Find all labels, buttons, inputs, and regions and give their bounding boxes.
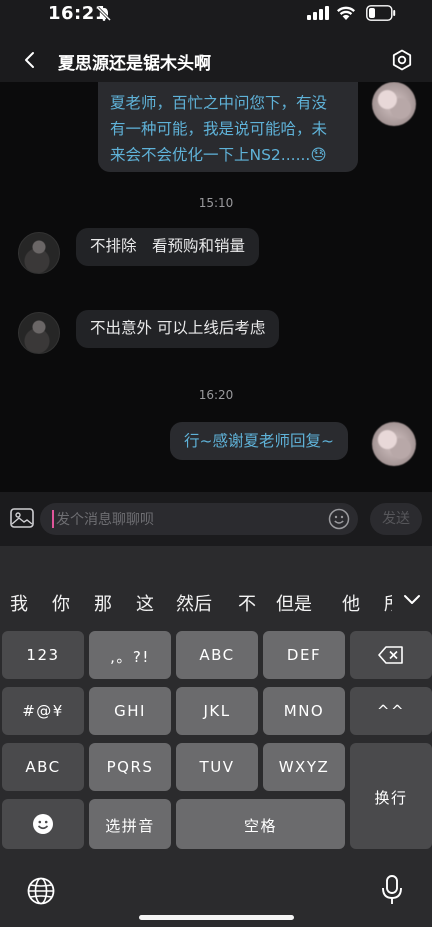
key-wxyz[interactable]: WXYZ — [263, 743, 345, 791]
key-mno[interactable]: MNO — [263, 687, 345, 735]
message-text-line: 夏老师，百忙之中问您下，有没 — [110, 94, 328, 112]
bell-slash-icon — [96, 6, 112, 22]
outgoing-message-bubble[interactable]: 行~感谢夏老师回复~ — [170, 422, 348, 460]
wifi-icon — [337, 6, 355, 20]
message-text-line: 有一种可能，我是说可能哈，未 — [110, 120, 328, 138]
message-text: 行~感谢夏老师回复~ — [184, 432, 334, 450]
text-caret — [52, 510, 54, 528]
candidate-word[interactable]: 我 — [10, 590, 28, 616]
key-ghi[interactable]: GHI — [89, 687, 171, 735]
key-abc-mode[interactable]: ABC — [2, 743, 84, 791]
chat-header: 夏思源还是锯木头啊 — [0, 36, 432, 82]
chat-title: 夏思源还是锯木头啊 — [58, 54, 211, 74]
microphone-icon[interactable] — [380, 874, 404, 906]
key-pqrs[interactable]: PQRS — [89, 743, 171, 791]
candidate-word[interactable]: 这 — [136, 590, 154, 616]
message-text: 不出意外 可以上线后考虑 — [90, 319, 266, 337]
contact-avatar[interactable] — [18, 232, 60, 274]
timestamp: 16:20 — [198, 388, 234, 402]
incoming-message-bubble[interactable]: 不出意外 可以上线后考虑 — [76, 310, 280, 348]
key-tuv[interactable]: TUV — [176, 743, 258, 791]
key-punctuation[interactable]: ,。?! — [89, 631, 171, 679]
image-icon[interactable] — [10, 508, 34, 528]
key-select-pinyin[interactable]: 选拼音 — [89, 799, 171, 849]
key-abc[interactable]: ABC — [176, 631, 258, 679]
space-key[interactable]: 空格 — [176, 799, 345, 849]
message-text: 不排除 看预购和销量 — [90, 237, 246, 255]
chevron-down-icon[interactable] — [403, 594, 421, 606]
my-avatar[interactable] — [372, 422, 416, 466]
candidate-bar: 我 你 那 这 然后 不 但是 他 所 — [0, 586, 432, 626]
candidate-word[interactable]: 所 — [384, 590, 392, 616]
back-chevron-icon[interactable] — [18, 48, 42, 72]
candidate-word[interactable]: 你 — [52, 590, 70, 616]
timestamp: 15:10 — [198, 196, 234, 210]
candidate-word[interactable]: 那 — [94, 590, 112, 616]
ime-keyboard: 我 你 那 这 然后 不 但是 他 所 123 ,。?! ABC DEF #@¥… — [0, 546, 432, 927]
key-symbols[interactable]: #@¥ — [2, 687, 84, 735]
my-avatar[interactable] — [372, 82, 416, 126]
key-def[interactable]: DEF — [263, 631, 345, 679]
key-jkl[interactable]: JKL — [176, 687, 258, 735]
message-composer: 发个消息聊聊呗 发送 — [0, 492, 432, 546]
incoming-message-bubble[interactable]: 不排除 看预购和销量 — [76, 228, 260, 266]
home-indicator[interactable] — [139, 915, 294, 920]
contact-avatar[interactable] — [18, 312, 60, 354]
message-list[interactable]: 夏老师，百忙之中问您下，有没 有一种可能，我是说可能哈，未 来会不会优化一下上N… — [0, 82, 432, 492]
backspace-icon — [378, 646, 403, 664]
signal-icon — [307, 6, 329, 20]
send-button[interactable]: 发送 — [370, 503, 422, 535]
input-placeholder: 发个消息聊聊呗 — [56, 512, 154, 528]
battery-icon — [366, 5, 396, 21]
candidate-word[interactable]: 然后 — [176, 590, 212, 616]
candidate-word[interactable]: 不 — [238, 590, 256, 616]
globe-icon[interactable] — [26, 876, 56, 906]
settings-hexagon-icon[interactable] — [390, 48, 414, 72]
emoji-icon[interactable] — [328, 508, 350, 530]
candidate-word[interactable]: 但是 — [276, 590, 312, 616]
message-input[interactable]: 发个消息聊聊呗 — [40, 503, 358, 535]
emoji-key-icon — [33, 814, 53, 834]
key-emoticon[interactable]: ^^ — [350, 687, 432, 735]
newline-key[interactable]: 换行 — [350, 743, 432, 849]
candidate-word[interactable]: 他 — [342, 590, 360, 616]
message-text-line: 来会不会优化一下上NS2......😓 — [110, 146, 327, 164]
emoji-key[interactable] — [2, 799, 84, 849]
backspace-key[interactable] — [350, 631, 432, 679]
status-bar: 16:21 — [0, 0, 432, 36]
key-123[interactable]: 123 — [2, 631, 84, 679]
outgoing-message-bubble[interactable]: 夏老师，百忙之中问您下，有没 有一种可能，我是说可能哈，未 来会不会优化一下上N… — [98, 82, 358, 172]
